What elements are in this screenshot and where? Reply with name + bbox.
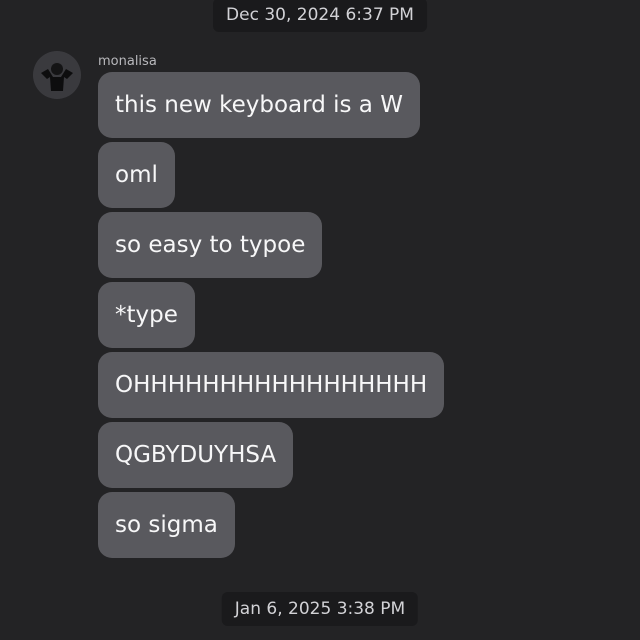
message-bubble[interactable]: QGBYDUYHSA xyxy=(98,422,294,488)
message-bubble[interactable]: this new keyboard is a W xyxy=(98,72,420,138)
sender-name: monalisa xyxy=(98,54,157,69)
message-bubble[interactable]: OHHHHHHHHHHHHHHHHH xyxy=(98,352,445,418)
message-bubble[interactable]: *type xyxy=(98,282,195,348)
message-bubble[interactable]: so easy to typoe xyxy=(98,212,323,278)
message-bubble[interactable]: oml xyxy=(98,142,175,208)
sender-avatar[interactable] xyxy=(33,51,81,99)
profile-avatar-icon xyxy=(33,51,81,99)
timestamp-divider: Dec 30, 2024 6:37 PM xyxy=(213,0,427,32)
timestamp-divider: Jan 6, 2025 3:38 PM xyxy=(221,592,419,626)
message-group: this new keyboard is a W oml so easy to … xyxy=(98,72,445,558)
message-bubble[interactable]: so sigma xyxy=(98,492,235,558)
